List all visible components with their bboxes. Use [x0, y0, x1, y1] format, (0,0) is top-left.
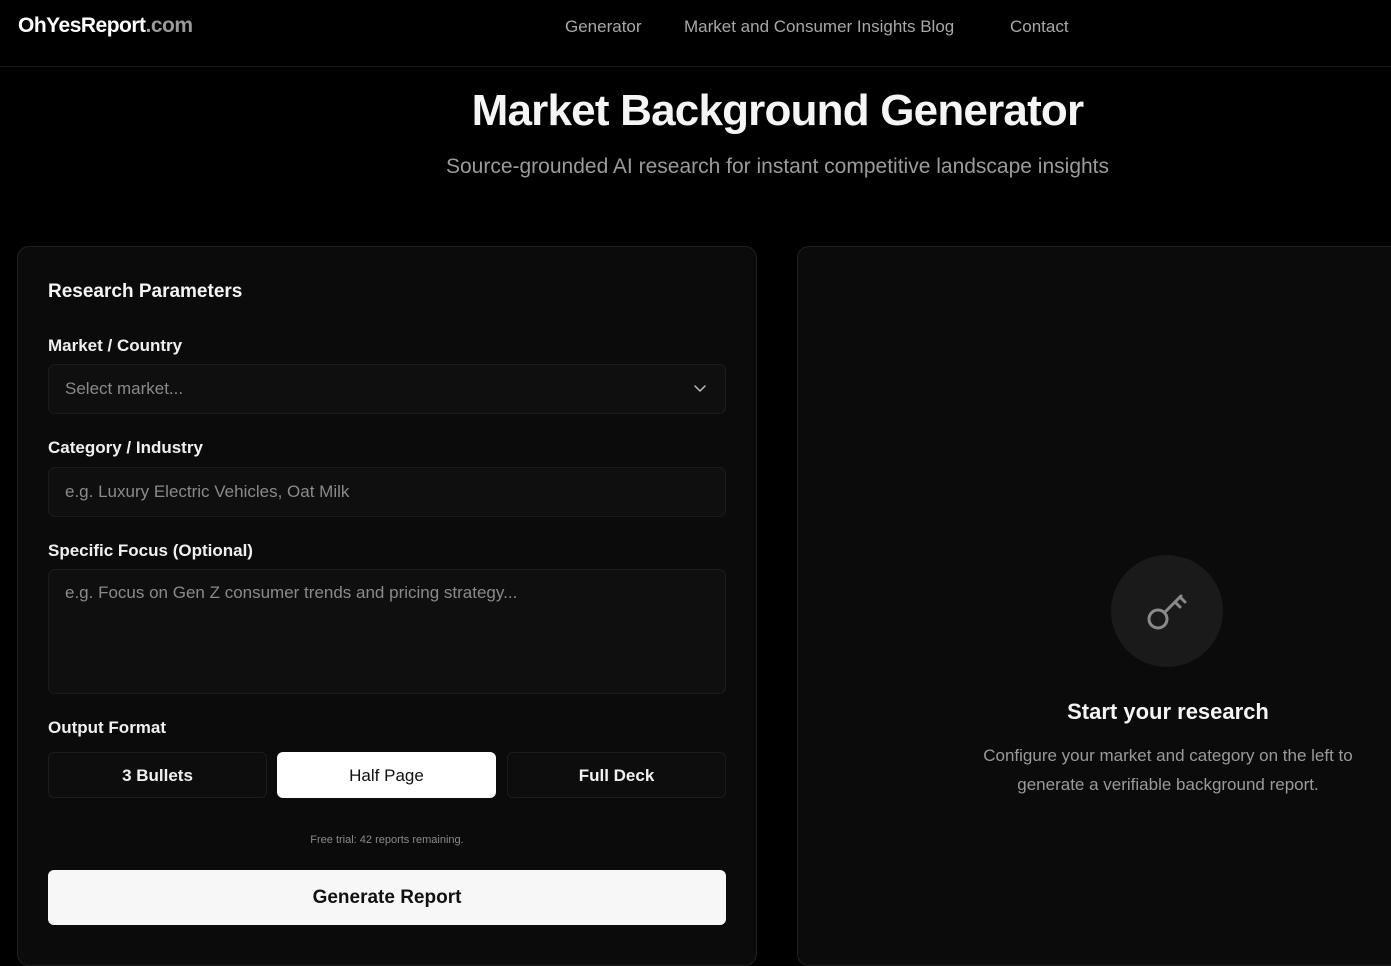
generate-report-button[interactable]: Generate Report	[48, 870, 726, 925]
format-full-deck-button[interactable]: Full Deck	[507, 752, 726, 798]
empty-state-title: Start your research	[1067, 699, 1269, 724]
focus-textarea[interactable]: e.g. Focus on Gen Z consumer trends and …	[48, 569, 726, 694]
trial-status-text: Free trial: 42 reports remaining.	[310, 834, 464, 846]
page-subtitle: Source-grounded AI research for instant …	[445, 155, 1110, 178]
empty-state-description: Configure your market and category on th…	[798, 741, 1391, 799]
logo-tld: .com	[145, 14, 194, 37]
empty-state-icon-badge	[1111, 555, 1223, 667]
nav-link-blog[interactable]: Market and Consumer Insights Blog	[684, 17, 954, 37]
category-label: Category / Industry	[48, 438, 203, 457]
results-panel: Start your research Configure your marke…	[797, 246, 1391, 966]
logo-brand: OhYesReport	[18, 14, 146, 37]
market-select[interactable]: Select market...	[48, 364, 726, 414]
site-logo[interactable]: OhYesReport.com	[18, 14, 193, 38]
market-label: Market / Country	[48, 336, 183, 355]
empty-state-desc-line-2: generate a verifiable background report.	[1017, 775, 1319, 794]
empty-state-desc-line-1: Configure your market and category on th…	[983, 746, 1353, 765]
format-half-page-button[interactable]: Half Page	[277, 752, 496, 798]
focus-placeholder: e.g. Focus on Gen Z consumer trends and …	[65, 583, 518, 602]
chevron-down-icon	[694, 385, 706, 392]
top-navigation-bar: OhYesReport.com Generator Market and Con…	[0, 0, 1391, 67]
output-format-label: Output Format	[48, 718, 167, 737]
nav-link-contact[interactable]: Contact	[1010, 17, 1069, 37]
page-title: Market Background Generator	[471, 86, 1084, 135]
research-parameters-panel: Research Parameters Market / Country Sel…	[17, 246, 757, 966]
focus-label: Specific Focus (Optional)	[48, 541, 253, 560]
category-placeholder: e.g. Luxury Electric Vehicles, Oat Milk	[65, 482, 350, 501]
market-select-placeholder: Select market...	[65, 379, 184, 398]
category-input[interactable]: e.g. Luxury Electric Vehicles, Oat Milk	[48, 467, 726, 517]
key-icon	[1147, 594, 1187, 630]
section-title: Research Parameters	[48, 281, 243, 302]
nav-link-generator[interactable]: Generator	[565, 17, 642, 37]
format-3-bullets-button[interactable]: 3 Bullets	[48, 752, 267, 798]
